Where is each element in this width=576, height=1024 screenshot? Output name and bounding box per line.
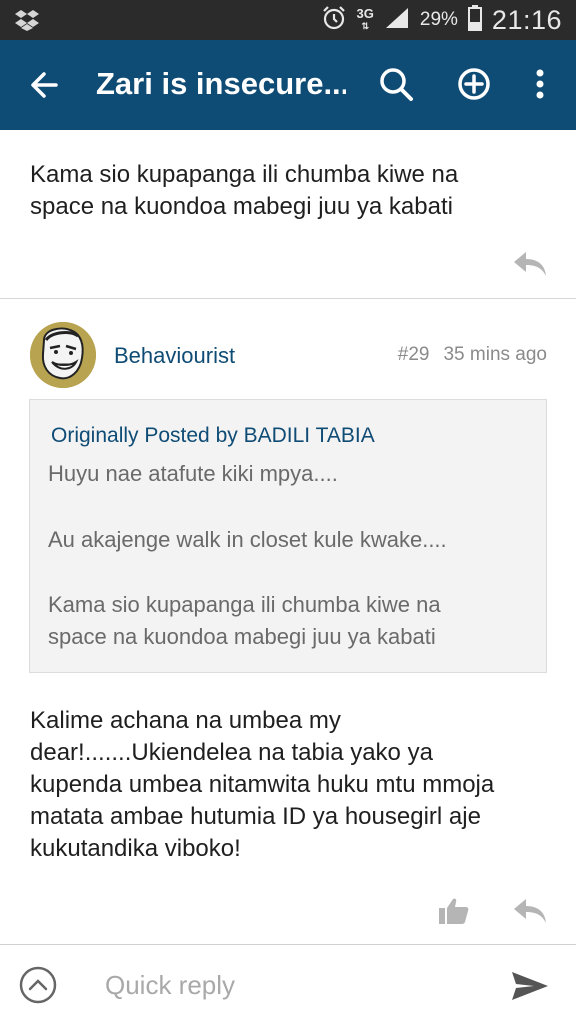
send-icon[interactable]: [510, 969, 550, 1003]
post-text-line: Kalime achana na umbea my: [30, 707, 341, 734]
add-circle-icon[interactable]: [454, 64, 494, 104]
post-number[interactable]: #29: [398, 344, 430, 366]
quick-reply-bar: [0, 944, 576, 1024]
more-vert-icon[interactable]: [520, 64, 560, 104]
post-timestamp: 35 mins ago: [443, 344, 547, 365]
dropbox-icon: [14, 8, 40, 37]
thread-title: Zari is insecure...: [96, 66, 346, 101]
quote-line: Huyu nae atafute kiki mpya....: [48, 461, 338, 486]
clock: 21:16: [491, 4, 562, 35]
post-username[interactable]: Behaviourist: [114, 343, 235, 369]
network-type: 3G ⇅: [356, 6, 374, 31]
signal-icon: [384, 6, 410, 35]
quote-line: Au akajenge walk in closet kule kwake...…: [48, 527, 447, 552]
post-body: Kalime achana na umbea my dear!.......Uk…: [30, 705, 494, 865]
quote-line: Kama sio kupapanga ili chumba kiwe na: [48, 592, 441, 617]
post-text-line: matata ambae hutumia ID ya housegirl aje: [30, 803, 481, 830]
search-icon[interactable]: [376, 64, 416, 104]
post-meta: #29 35 mins ago: [398, 344, 547, 366]
reply-icon[interactable]: [512, 249, 548, 279]
post-text-line: Kama sio kupapanga ili chumba kiwe na: [30, 161, 459, 188]
quote-line: space na kuondoa mabegi juu ya kabati: [48, 624, 436, 649]
expand-up-icon[interactable]: [18, 965, 58, 1005]
post-divider: [0, 298, 576, 299]
quote-block: Originally Posted by BADILI TABIA Huyu n…: [29, 399, 547, 673]
thumbs-up-icon[interactable]: [438, 896, 470, 926]
app-bar: Zari is insecure...: [0, 40, 576, 130]
back-arrow-icon[interactable]: [26, 66, 64, 104]
battery-icon: [467, 4, 482, 36]
post-text-line: space na kuondoa mabegi juu ya kabati: [30, 193, 453, 220]
user-avatar[interactable]: [30, 322, 96, 388]
reply-icon[interactable]: [512, 896, 548, 926]
alarm-icon: [321, 5, 347, 36]
status-bar: 3G ⇅ 29% 21:16: [0, 0, 576, 40]
post-text-line: dear!.......Ukiendelea na tabia yako ya: [30, 739, 433, 766]
battery-percentage: 29%: [419, 9, 458, 30]
quick-reply-input[interactable]: [105, 967, 485, 1003]
quote-header[interactable]: Originally Posted by BADILI TABIA: [51, 424, 375, 448]
post-text-line: kupenda umbea nitamwita huku mtu mmoja: [30, 771, 495, 798]
post-text-line: kukutandika viboko!: [30, 835, 241, 862]
previous-post-body: Kama sio kupapanga ili chumba kiwe na sp…: [30, 159, 458, 223]
